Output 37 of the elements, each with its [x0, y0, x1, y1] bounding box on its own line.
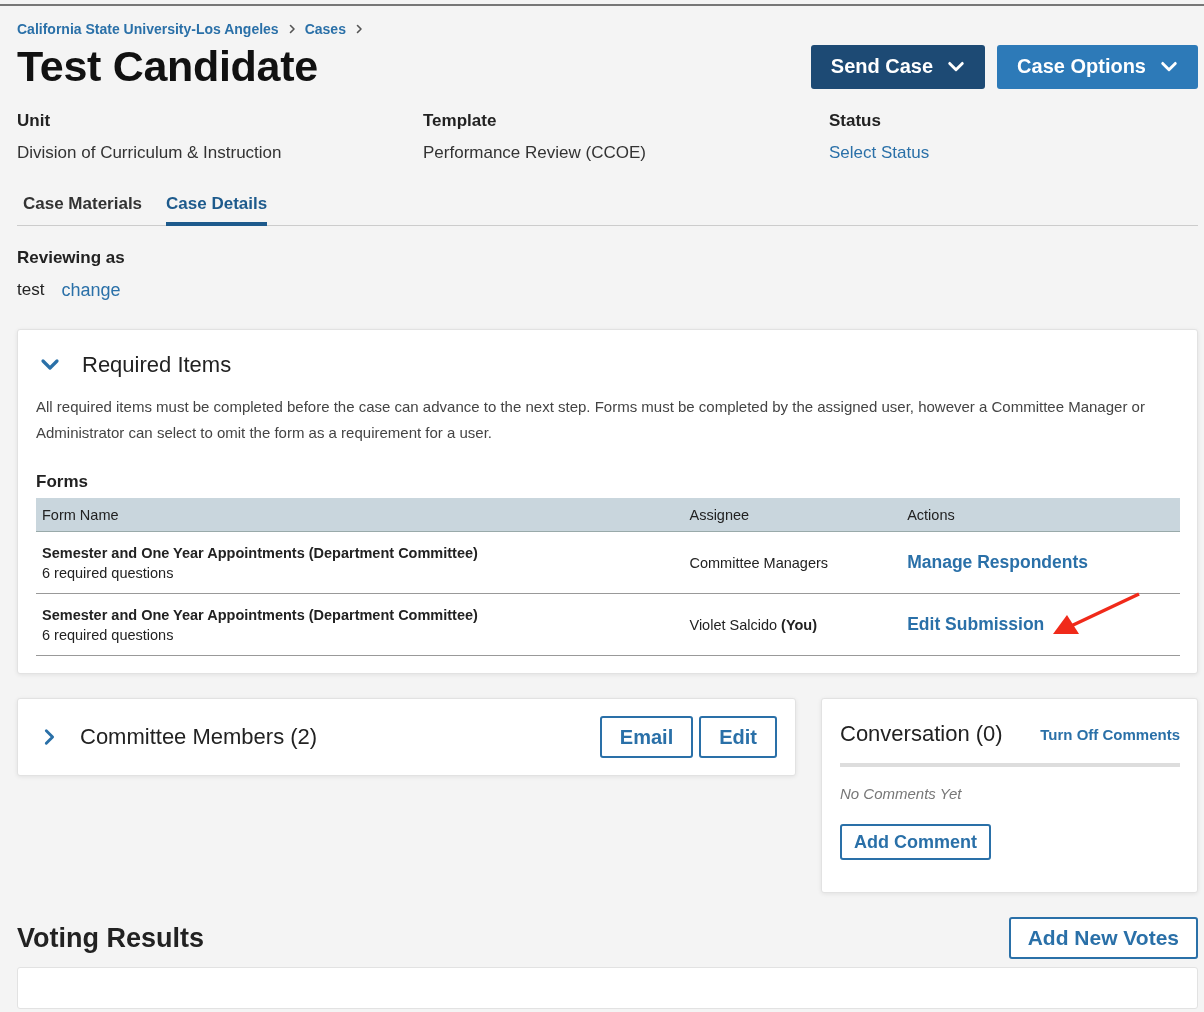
section-title: Voting Results	[17, 922, 204, 954]
detail-value: Division of Curriculum & Instruction	[17, 143, 282, 162]
section-title: Required Items	[82, 352, 232, 378]
table-cell: Semester and One Year Appointments (Department Committee) 6 required questions	[36, 531, 684, 594]
section-label: Reviewing as	[17, 248, 126, 268]
breadcrumb-link[interactable]: Cases	[304, 21, 346, 37]
section-title: Committee Members (2)	[80, 724, 319, 750]
tab[interactable]: Case Materials	[23, 194, 143, 226]
table-cell: Committee Managers	[683, 531, 902, 594]
change-link[interactable]: change	[61, 280, 121, 301]
detail-label: Template	[423, 111, 498, 131]
outline-button[interactable]: Email	[599, 716, 694, 758]
forms-heading: Forms	[36, 472, 89, 492]
add-comment-button[interactable]: Add Comment	[840, 824, 991, 860]
reviewer-name: test	[17, 280, 45, 301]
detail-label: Status	[829, 111, 882, 131]
empty-message: No Comments Yet	[840, 785, 963, 802]
detail-value: Performance Review (CCOE)	[423, 143, 646, 162]
toggle-comments-link[interactable]: Turn Off Comments	[1040, 725, 1180, 743]
table-cell: Semester and One Year Appointments (Department Committee) 6 required questions	[36, 593, 684, 656]
status-link[interactable]: Select Status	[829, 143, 930, 163]
table-cell: Violet Salcido (You)	[683, 593, 902, 656]
add-votes-button[interactable]: Add New Votes	[1008, 917, 1198, 959]
column-header: Form Name	[36, 498, 684, 532]
action-link[interactable]: Edit Submission	[907, 614, 1045, 634]
column-header: Actions	[901, 498, 1180, 532]
column-header: Assignee	[683, 498, 902, 532]
page-title: Test Candidate	[17, 42, 318, 91]
action-link[interactable]: Manage Respondents	[907, 552, 1089, 572]
breadcrumb-link[interactable]: California State University-Los Angeles	[17, 21, 279, 37]
dropdown-button[interactable]: Case Options	[997, 44, 1198, 89]
outline-button[interactable]: Edit	[699, 716, 777, 758]
tab[interactable]: Case Details	[166, 194, 268, 226]
description: All required items must be completed before the case can advance to the next step. Forms must be completed by the assigned user, however a Committee Manager or Administrator can select to omit the form as a requirement for a user.	[36, 397, 1146, 443]
dropdown-button[interactable]: Send Case	[810, 44, 986, 89]
section-title: Conversation (0)	[840, 721, 1003, 747]
detail-label: Unit	[17, 111, 52, 131]
